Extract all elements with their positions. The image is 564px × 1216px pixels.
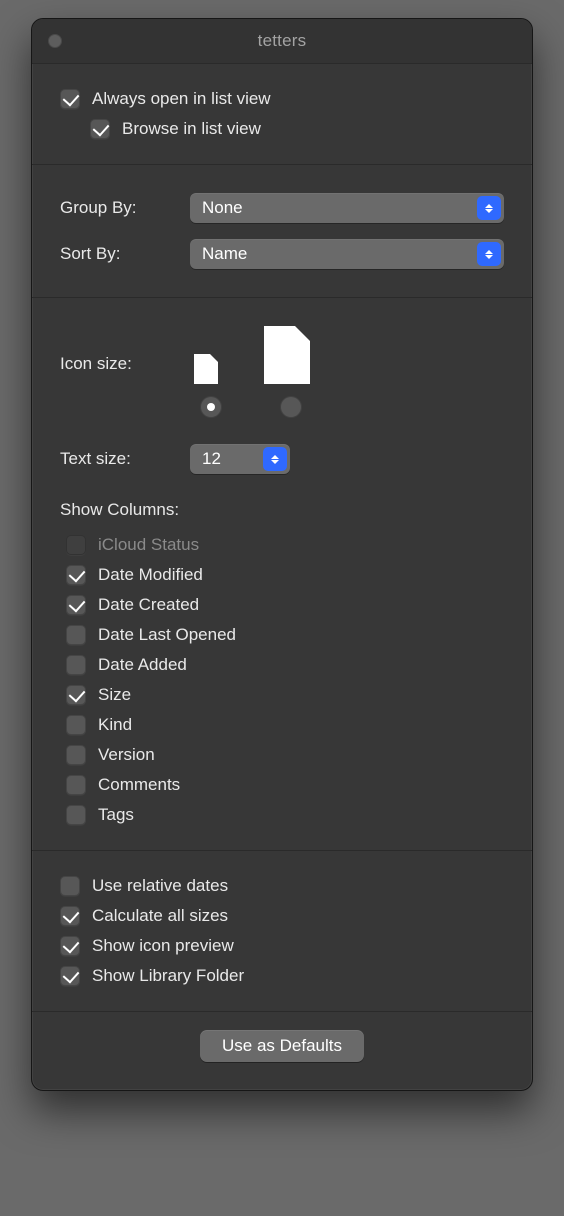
column-row: Version [60,740,504,770]
group-by-value: None [202,198,243,218]
sort-by-value: Name [202,244,247,264]
option-checkbox[interactable] [60,966,80,986]
column-checkbox[interactable] [66,595,86,615]
show-columns-heading: Show Columns: [60,482,504,530]
text-size-row: Text size: 12 [60,426,504,482]
option-label: Show icon preview [92,936,234,956]
option-label: Calculate all sizes [92,906,228,926]
column-label: Date Last Opened [98,625,236,645]
column-row: Date Created [60,590,504,620]
use-as-defaults-button[interactable]: Use as Defaults [200,1030,364,1062]
column-label: Version [98,745,155,765]
column-label: iCloud Status [98,535,199,555]
group-by-row: Group By: None [60,185,504,231]
option-checkbox[interactable] [60,876,80,896]
always-open-label: Always open in list view [92,89,271,109]
file-icon [264,326,310,384]
browse-row: Browse in list view [60,114,504,144]
group-by-popup[interactable]: None [190,193,504,223]
column-row: Comments [60,770,504,800]
column-label: Comments [98,775,180,795]
column-checkbox[interactable] [66,685,86,705]
section-view-mode: Always open in list view Browse in list … [32,64,532,165]
column-checkbox[interactable] [66,775,86,795]
column-checkbox[interactable] [66,715,86,735]
column-label: Kind [98,715,132,735]
option-checkbox[interactable] [60,906,80,926]
option-row: Use relative dates [60,871,504,901]
titlebar: tetters [32,19,532,64]
column-row: Date Last Opened [60,620,504,650]
icon-size-radios [60,384,504,426]
updown-icon [477,196,501,220]
option-row: Show icon preview [60,931,504,961]
text-size-popup[interactable]: 12 [190,444,290,474]
option-label: Use relative dates [92,876,228,896]
text-size-label: Text size: [60,449,176,469]
view-options-window: tetters Always open in list view Browse … [31,18,533,1091]
icon-size-small-radio[interactable] [200,396,222,418]
column-row: Tags [60,800,504,830]
section-icon-text: Icon size: Text size: 12 Show Columns: [32,298,532,851]
option-label: Show Library Folder [92,966,244,986]
text-size-value: 12 [202,449,221,469]
icon-size-row: Icon size: [60,318,504,384]
column-label: Size [98,685,131,705]
column-label: Date Modified [98,565,203,585]
icon-size-large-radio[interactable] [280,396,302,418]
columns-list: iCloud Status Date Modified Date Created Da… [60,530,504,830]
icon-size-label: Icon size: [60,354,176,384]
column-checkbox[interactable] [66,565,86,585]
group-by-label: Group By: [60,198,176,218]
browse-checkbox[interactable] [90,119,110,139]
browse-label: Browse in list view [122,119,261,139]
updown-icon [263,447,287,471]
sort-by-row: Sort By: Name [60,231,504,277]
close-window-button[interactable] [48,34,62,48]
file-icon [194,354,218,384]
icon-size-options [190,326,310,384]
column-checkbox[interactable] [66,655,86,675]
always-open-row: Always open in list view [60,84,504,114]
sort-by-label: Sort By: [60,244,176,264]
section-options: Use relative dates Calculate all sizes Sho… [32,851,532,1012]
column-row: Date Added [60,650,504,680]
column-label: Tags [98,805,134,825]
section-group-sort: Group By: None Sort By: Name [32,165,532,298]
column-row: Size [60,680,504,710]
footer: Use as Defaults [32,1012,532,1090]
column-row: Kind [60,710,504,740]
column-checkbox[interactable] [66,745,86,765]
column-checkbox[interactable] [66,805,86,825]
option-checkbox[interactable] [60,936,80,956]
column-checkbox [66,535,86,555]
updown-icon [477,242,501,266]
column-row: iCloud Status [60,530,504,560]
always-open-checkbox[interactable] [60,89,80,109]
option-row: Calculate all sizes [60,901,504,931]
column-row: Date Modified [60,560,504,590]
sort-by-popup[interactable]: Name [190,239,504,269]
column-checkbox[interactable] [66,625,86,645]
window-title: tetters [258,31,307,51]
column-label: Date Added [98,655,187,675]
option-row: Show Library Folder [60,961,504,991]
column-label: Date Created [98,595,199,615]
